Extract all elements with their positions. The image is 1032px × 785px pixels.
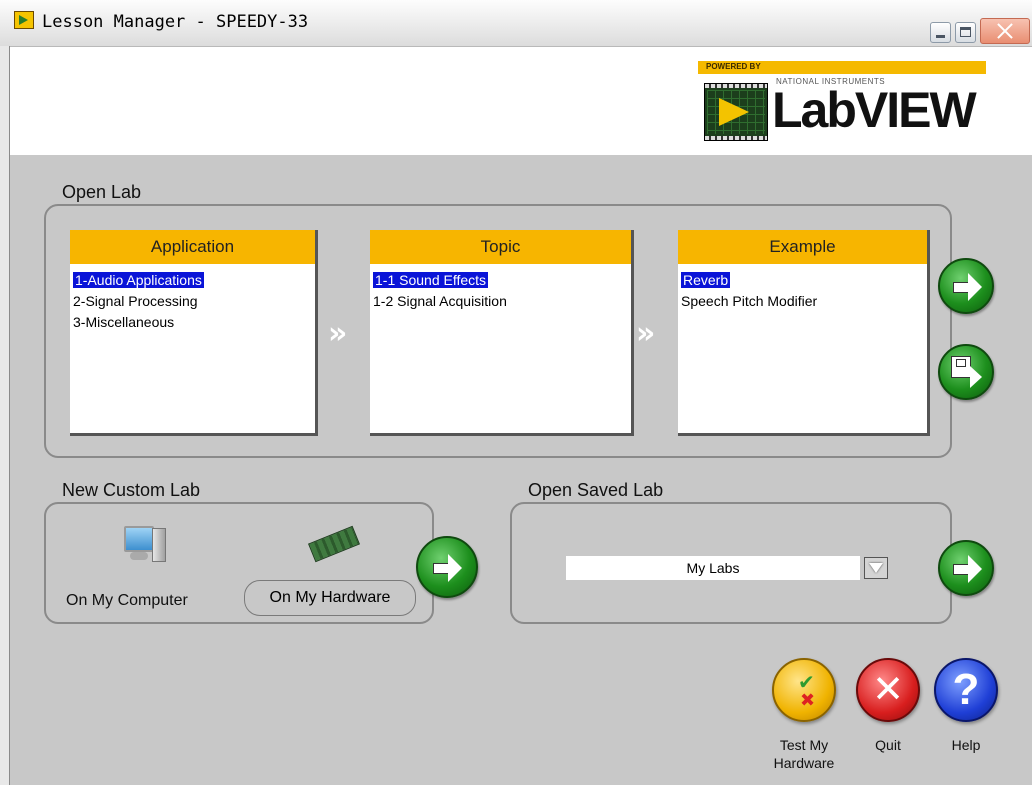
- close-icon: ✕: [872, 667, 904, 711]
- window-left-border: [0, 46, 10, 785]
- chevron-down-icon: [869, 563, 883, 573]
- saved-labs-dropdown[interactable]: My Labs: [566, 556, 860, 580]
- chevron-right-icon: »: [328, 316, 348, 351]
- labview-app-icon: [14, 11, 34, 29]
- example-header: Example: [678, 230, 927, 264]
- lesson-manager-window: Lesson Manager - SPEEDY-33 POWERED BY NA…: [0, 0, 1032, 785]
- powered-by-text: POWERED BY: [706, 62, 761, 71]
- application-item-1[interactable]: 1-Audio Applications: [73, 270, 312, 291]
- new-custom-lab-label: New Custom Lab: [62, 480, 201, 500]
- test-my-hardware-button[interactable]: ✔ ✖: [772, 658, 836, 722]
- open-saved-lab-label: Open Saved Lab: [528, 480, 664, 500]
- powered-by-bar: POWERED BY: [698, 61, 986, 74]
- application-header: Application: [70, 230, 315, 264]
- application-item-2[interactable]: 2-Signal Processing: [73, 291, 312, 312]
- chevron-right-icon: »: [636, 316, 656, 351]
- save-lab-button[interactable]: [938, 344, 994, 400]
- labview-logo-icon: [704, 83, 768, 141]
- topic-list[interactable]: Topic 1-1 Sound Effects 1-2 Signal Acqui…: [370, 230, 634, 436]
- minimize-button[interactable]: [930, 22, 951, 43]
- open-lab-go-button[interactable]: [938, 258, 994, 314]
- example-list[interactable]: Example Reverb Speech Pitch Modifier: [678, 230, 930, 436]
- example-item-1[interactable]: Reverb: [681, 270, 924, 291]
- maximize-button[interactable]: [955, 22, 976, 43]
- quit-button[interactable]: ✕: [856, 658, 920, 722]
- arrow-right-icon: [970, 366, 982, 388]
- open-lab-label: Open Lab: [62, 182, 142, 202]
- open-saved-lab-go-button[interactable]: [938, 540, 994, 596]
- help-button[interactable]: ?: [934, 658, 998, 722]
- floppy-disk-icon: [951, 356, 971, 378]
- on-my-computer-button[interactable]: On My Computer: [66, 592, 188, 610]
- on-my-hardware-button[interactable]: On My Hardware: [244, 580, 416, 616]
- x-icon: ✖: [800, 690, 816, 711]
- title-bar[interactable]: Lesson Manager - SPEEDY-33: [0, 0, 1032, 47]
- example-item-2[interactable]: Speech Pitch Modifier: [681, 291, 924, 312]
- test-my-hardware-caption: Test My Hardware: [773, 737, 835, 771]
- topic-header: Topic: [370, 230, 631, 264]
- topic-item-2[interactable]: 1-2 Signal Acquisition: [373, 291, 628, 312]
- application-list[interactable]: Application 1-Audio Applications 2-Signa…: [70, 230, 318, 436]
- main-panel: Open Lab Application 1-Audio Application…: [10, 156, 1032, 785]
- close-window-button[interactable]: [980, 18, 1030, 44]
- dropdown-toggle[interactable]: [864, 557, 888, 579]
- quit-caption: Quit: [875, 737, 901, 753]
- computer-icon[interactable]: [122, 524, 166, 568]
- header-banner: POWERED BY NATIONAL INSTRUMENTS LabVIEW: [10, 47, 1032, 155]
- new-lab-go-button[interactable]: [416, 536, 478, 598]
- help-caption: Help: [951, 737, 981, 753]
- question-mark-icon: ?: [952, 665, 980, 714]
- labview-logo: POWERED BY NATIONAL INSTRUMENTS LabVIEW: [698, 61, 998, 151]
- window-title: Lesson Manager - SPEEDY-33: [42, 12, 309, 32]
- application-item-3[interactable]: 3-Miscellaneous: [73, 312, 312, 333]
- topic-item-1[interactable]: 1-1 Sound Effects: [373, 270, 628, 291]
- labview-wordmark: LabVIEW: [772, 82, 977, 138]
- circuit-board-icon[interactable]: [306, 525, 360, 564]
